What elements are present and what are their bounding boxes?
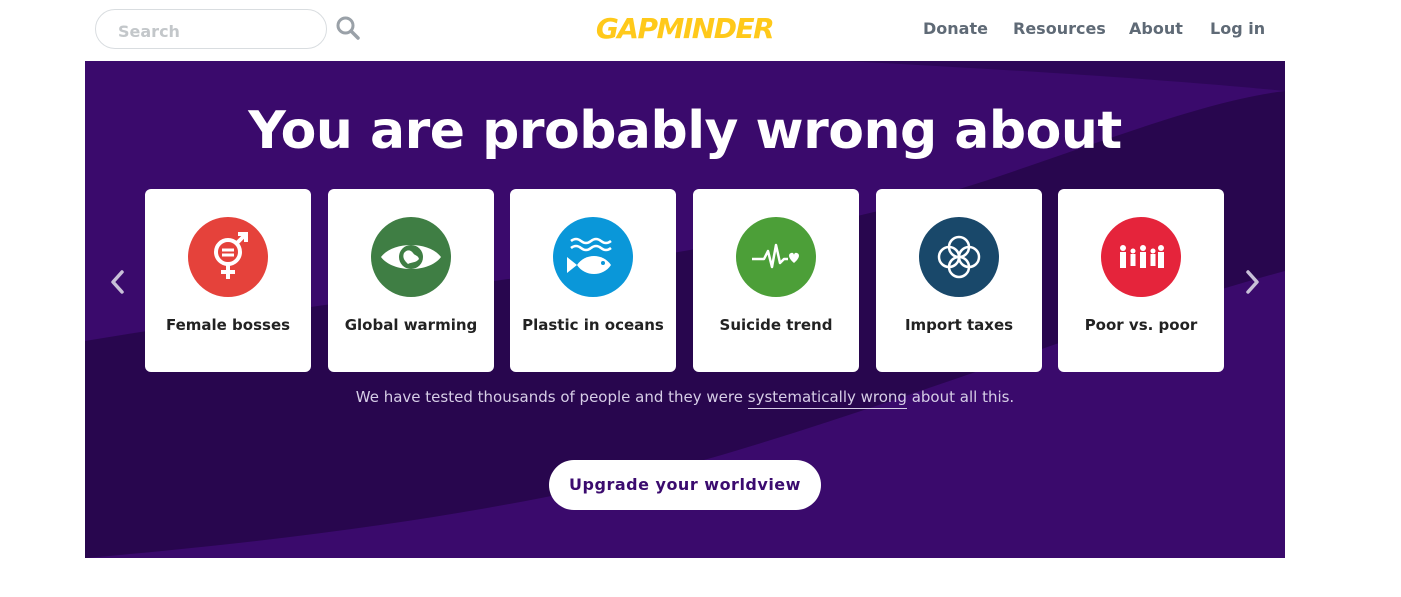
- search-input[interactable]: [116, 20, 320, 42]
- search-icon[interactable]: [335, 15, 361, 41]
- gender-equality-icon: [188, 217, 268, 297]
- eye-globe-icon: [371, 217, 451, 297]
- family-icon: [1101, 217, 1181, 297]
- heartbeat-icon: [736, 217, 816, 297]
- topic-card-label: Female bosses: [165, 316, 291, 334]
- upgrade-worldview-button[interactable]: Upgrade your worldview: [549, 460, 821, 510]
- systematically-wrong-link[interactable]: systematically wrong: [747, 388, 907, 409]
- carousel-next-button[interactable]: [1239, 266, 1265, 298]
- gapminder-logo[interactable]: GAPMINDER: [577, 13, 792, 45]
- carousel-prev-button[interactable]: [105, 266, 131, 298]
- tagline-text-end: about all this.: [906, 388, 1015, 406]
- topic-card-label: Global warming: [344, 316, 478, 334]
- search-box[interactable]: [95, 9, 327, 49]
- topic-card-suicide-trend[interactable]: Suicide trend: [693, 189, 859, 372]
- topic-card-plastic-in-oceans[interactable]: Plastic in oceans: [510, 189, 676, 372]
- topic-card-label: Plastic in oceans: [522, 316, 664, 334]
- hero-tagline: We have tested thousands of people and t…: [85, 388, 1285, 409]
- hero-title: You are probably wrong about: [248, 101, 1122, 161]
- topic-card-label: Import taxes: [904, 316, 1014, 334]
- chevron-right-icon: [1246, 270, 1259, 294]
- hero-banner: You are probably wrong about Female boss…: [85, 61, 1285, 558]
- topic-card-import-taxes[interactable]: Import taxes: [876, 189, 1042, 372]
- topic-card-label: Poor vs. poor: [1084, 316, 1198, 334]
- nav-about[interactable]: About: [1129, 17, 1183, 41]
- flower-rings-icon: [919, 217, 999, 297]
- nav-login[interactable]: Log in: [1210, 17, 1265, 41]
- chevron-left-icon: [111, 270, 124, 294]
- fish-waves-icon: [553, 217, 633, 297]
- nav-donate[interactable]: Donate: [923, 17, 988, 41]
- topic-card-label: Suicide trend: [719, 316, 833, 334]
- tagline-text: We have tested thousands of people and t…: [355, 388, 748, 406]
- nav-resources[interactable]: Resources: [1013, 17, 1106, 41]
- topic-card-global-warming[interactable]: Global warming: [328, 189, 494, 372]
- topic-card-poor-vs-poor[interactable]: Poor vs. poor: [1058, 189, 1224, 372]
- topic-card-female-bosses[interactable]: Female bosses: [145, 189, 311, 372]
